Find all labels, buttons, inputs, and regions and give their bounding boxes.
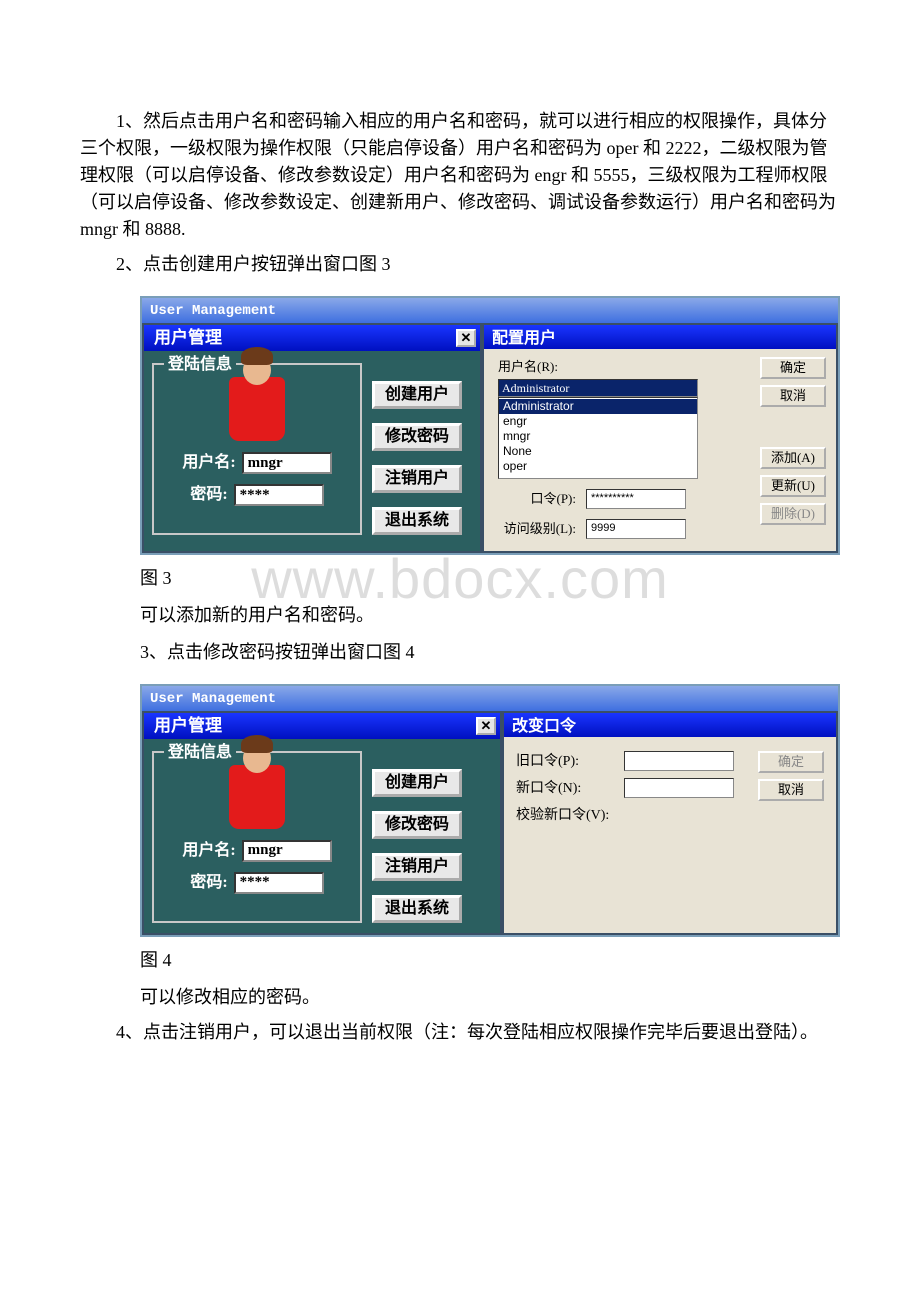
- config-user-dialog: 配置用户 用户名(R): Administrator Administrator…: [482, 323, 838, 553]
- close-icon[interactable]: ✕: [456, 329, 476, 347]
- username-input[interactable]: mngr: [242, 840, 332, 862]
- group-legend: 登陆信息: [164, 741, 236, 765]
- user-management-panel: 用户管理 ✕ 登陆信息 用户名: mngr 密码: ****: [142, 323, 482, 553]
- panel-title: 用户管理: [154, 713, 222, 739]
- paragraph-4: 3、点击修改密码按钮弹出窗口图 4: [140, 639, 840, 666]
- list-item[interactable]: engr: [499, 414, 697, 429]
- group-legend: 登陆信息: [164, 353, 236, 377]
- paragraph-5: 可以修改相应的密码。: [140, 984, 840, 1011]
- update-button[interactable]: 更新(U): [760, 475, 826, 497]
- change-password-dialog: 改变口令 旧口令(P): 新口令(N): 校验新口令(V):: [502, 711, 838, 935]
- paragraph-3: 可以添加新的用户名和密码。: [140, 602, 840, 629]
- verify-password-label: 校验新口令(V):: [516, 805, 616, 826]
- change-password-button[interactable]: 修改密码: [372, 811, 462, 839]
- exit-system-button[interactable]: 退出系统: [372, 507, 462, 535]
- close-icon[interactable]: ✕: [476, 717, 496, 735]
- password-input[interactable]: ****: [234, 872, 324, 894]
- old-password-label: 旧口令(P):: [516, 751, 616, 772]
- password-label: 口令(P):: [498, 489, 576, 509]
- list-item[interactable]: oper: [499, 459, 697, 474]
- ok-button[interactable]: 确定: [760, 357, 826, 379]
- login-info-group: 登陆信息 用户名: mngr 密码: ****: [152, 363, 362, 535]
- password-label: 密码:: [190, 483, 227, 507]
- panel-titlebar: 用户管理 ✕: [144, 325, 480, 351]
- username-label: 用户名(R):: [498, 357, 752, 377]
- window-title: User Management: [140, 684, 840, 711]
- panel-titlebar: 用户管理 ✕: [144, 713, 500, 739]
- dialog-title: 配置用户: [484, 325, 836, 349]
- figure-3-caption: 图 3: [140, 565, 840, 592]
- password-input[interactable]: **********: [586, 489, 686, 509]
- new-password-label: 新口令(N):: [516, 778, 616, 799]
- username-input[interactable]: mngr: [242, 452, 332, 474]
- new-password-input[interactable]: [624, 778, 734, 798]
- list-item[interactable]: mngr: [499, 429, 697, 444]
- logout-user-button[interactable]: 注销用户: [372, 853, 462, 881]
- create-user-button[interactable]: 创建用户: [372, 769, 462, 797]
- figure-4: User Management 用户管理 ✕ 登陆信息 用户名: mngr: [140, 684, 840, 937]
- access-level-input[interactable]: 9999: [586, 519, 686, 539]
- cancel-button[interactable]: 取消: [760, 385, 826, 407]
- username-label: 用户名:: [182, 451, 235, 475]
- figure-4-caption: 图 4: [140, 947, 840, 974]
- list-item[interactable]: Administrator: [499, 399, 697, 414]
- figure-3: User Management 用户管理 ✕ 登陆信息 用户名: mngr: [140, 296, 840, 555]
- logout-user-button[interactable]: 注销用户: [372, 465, 462, 493]
- list-item[interactable]: None: [499, 444, 697, 459]
- username-input[interactable]: Administrator: [498, 379, 698, 397]
- username-label: 用户名:: [182, 839, 235, 863]
- old-password-input[interactable]: [624, 751, 734, 771]
- avatar-icon: [229, 377, 285, 441]
- change-password-button[interactable]: 修改密码: [372, 423, 462, 451]
- paragraph-6: 4、点击注销用户，可以退出当前权限（注：每次登陆相应权限操作完毕后要退出登陆）。: [80, 1019, 840, 1046]
- password-input[interactable]: ****: [234, 484, 324, 506]
- delete-button[interactable]: 删除(D): [760, 503, 826, 525]
- add-button[interactable]: 添加(A): [760, 447, 826, 469]
- exit-system-button[interactable]: 退出系统: [372, 895, 462, 923]
- dialog-title: 改变口令: [504, 713, 836, 737]
- panel-title: 用户管理: [154, 325, 222, 351]
- paragraph-2: 2、点击创建用户按钮弹出窗口图 3: [80, 251, 840, 278]
- user-listbox[interactable]: Administrator engr mngr None oper: [498, 397, 698, 479]
- access-level-label: 访问级别(L):: [498, 519, 576, 539]
- login-info-group: 登陆信息 用户名: mngr 密码: ****: [152, 751, 362, 923]
- user-management-panel: 用户管理 ✕ 登陆信息 用户名: mngr 密码: ****: [142, 711, 502, 935]
- paragraph-1: 1、然后点击用户名和密码输入相应的用户名和密码，就可以进行相应的权限操作，具体分…: [80, 108, 840, 243]
- window-title: User Management: [140, 296, 840, 323]
- avatar-icon: [229, 765, 285, 829]
- ok-button[interactable]: 确定: [758, 751, 824, 773]
- cancel-button[interactable]: 取消: [758, 779, 824, 801]
- password-label: 密码:: [190, 871, 227, 895]
- create-user-button[interactable]: 创建用户: [372, 381, 462, 409]
